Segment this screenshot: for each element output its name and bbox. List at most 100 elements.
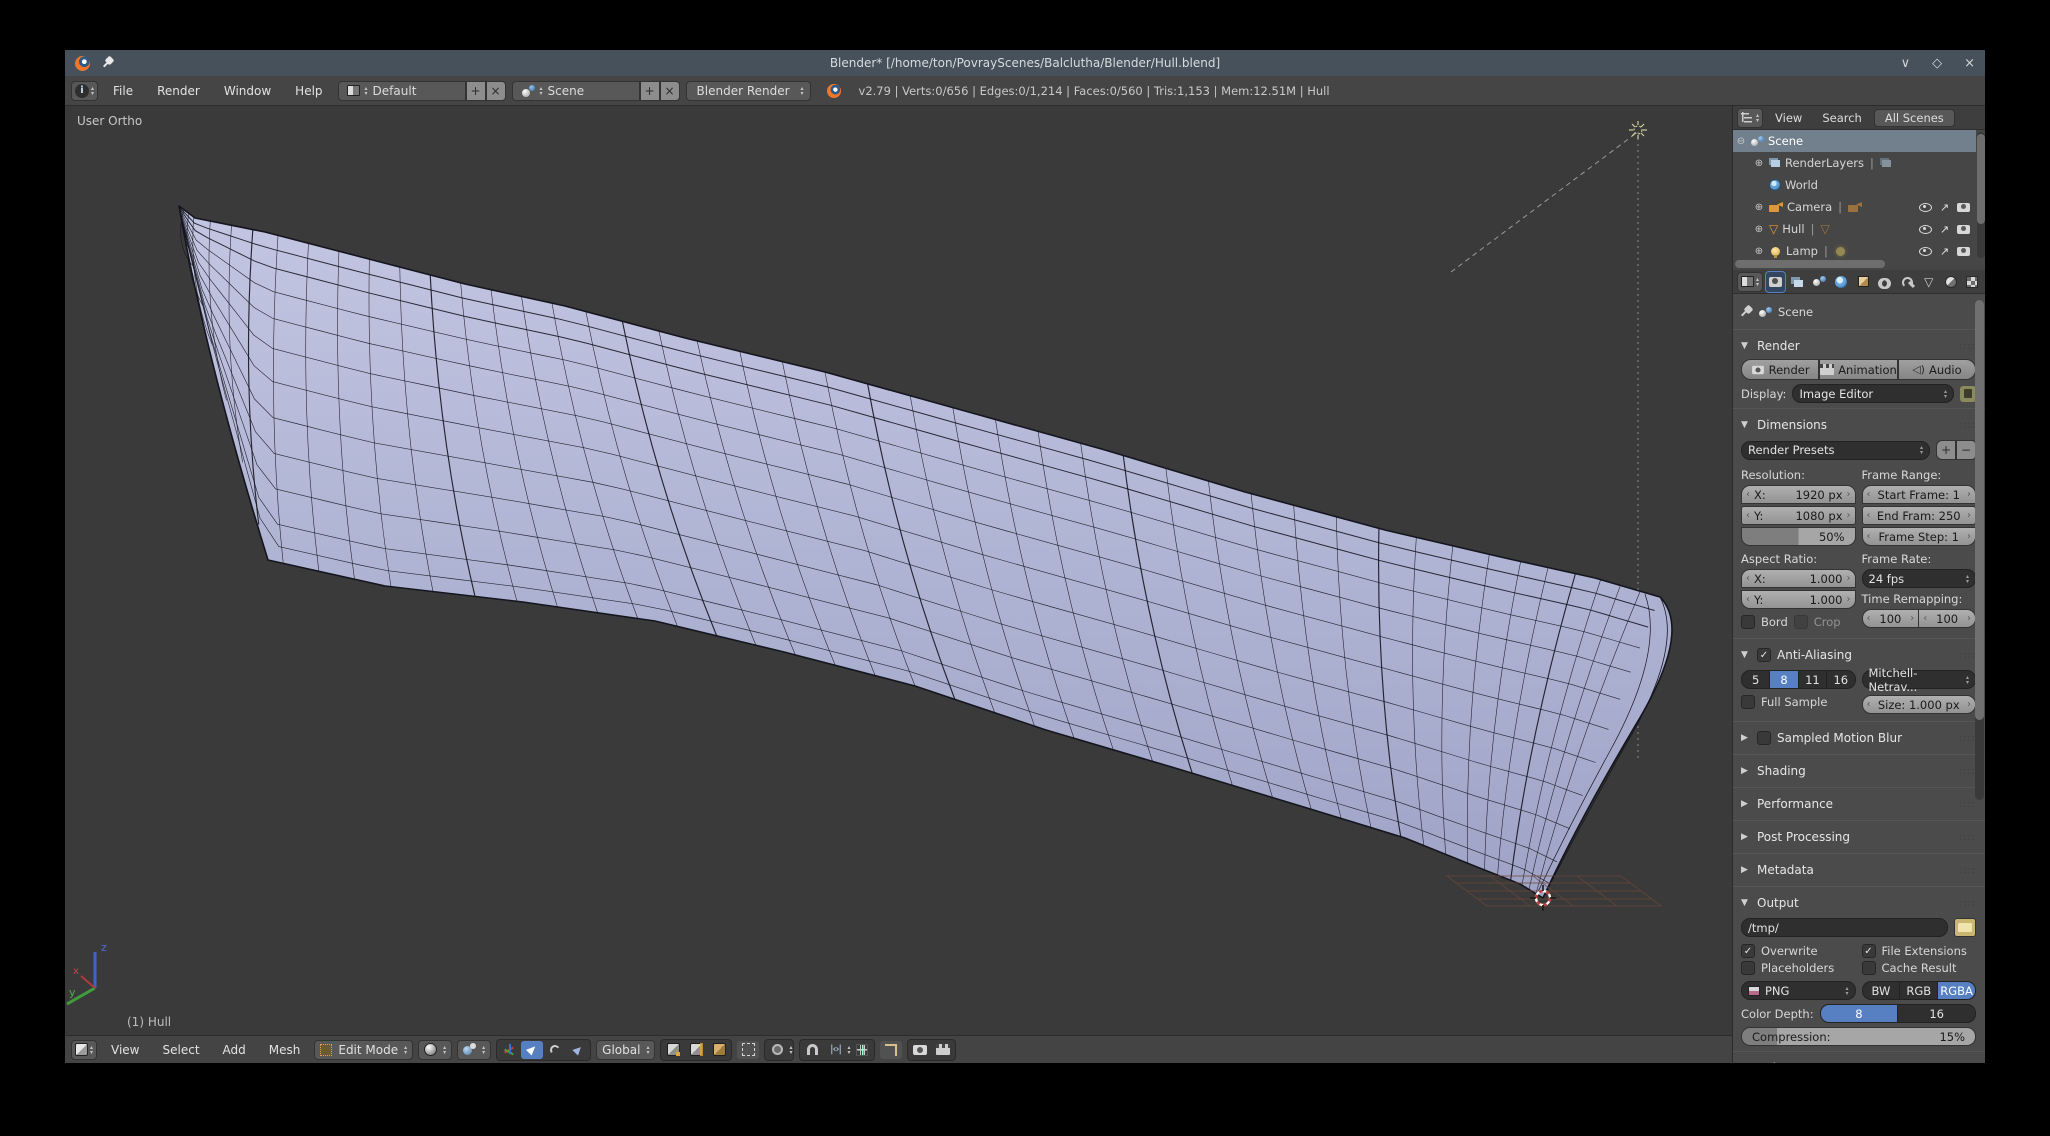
resolution-percentage-slider[interactable]: 50%: [1741, 527, 1856, 546]
aa-samples-8[interactable]: 8: [1770, 670, 1798, 689]
menu-select[interactable]: Select: [154, 1043, 209, 1057]
display-dropdown[interactable]: Image Editor ▴▾: [1792, 384, 1954, 403]
visibility-toggle-icon[interactable]: [1919, 247, 1932, 256]
aspect-y-field[interactable]: ‹Y:1.000›: [1741, 590, 1856, 609]
panel-grip-icon[interactable]: ::::: [1959, 865, 1976, 876]
translate-manipulator-button[interactable]: [521, 1041, 543, 1059]
face-select-button[interactable]: [708, 1041, 730, 1059]
depth-16[interactable]: 16: [1898, 1004, 1976, 1023]
minimize-button[interactable]: ∨: [1901, 56, 1911, 71]
outliner-item-hull[interactable]: ⊕ ▽ Hull | ▽ ↖: [1733, 218, 1976, 240]
tab-render-layers[interactable]: [1788, 272, 1807, 292]
metadata-panel-header[interactable]: ▶ Metadata ::::: [1741, 859, 1976, 881]
compression-slider[interactable]: Compression: 15%: [1741, 1027, 1976, 1046]
remap-new-field[interactable]: ‹100›: [1919, 609, 1976, 628]
panel-grip-icon[interactable]: ::::: [1959, 832, 1976, 843]
file-extensions-row[interactable]: ✓ File Extensions: [1862, 944, 1977, 958]
render-engine-selector[interactable]: Blender Render ▴▾: [686, 81, 811, 101]
proportional-edit-button[interactable]: [766, 1041, 788, 1059]
outliner-item-scene[interactable]: ⊖ Scene: [1733, 130, 1976, 152]
file-extensions-checkbox[interactable]: ✓: [1862, 944, 1876, 958]
aa-samples-5[interactable]: 5: [1741, 670, 1770, 689]
antialiasing-checkbox[interactable]: ✓: [1757, 648, 1771, 662]
renderability-toggle-icon[interactable]: [1957, 225, 1970, 234]
performance-panel-header[interactable]: ▶ Performance ::::: [1741, 793, 1976, 815]
outliner-horizontal-scrollbar[interactable]: [1735, 260, 1885, 268]
outliner-item-camera[interactable]: ⊕ Camera | ↖: [1733, 196, 1976, 218]
tab-object-data[interactable]: ▽: [1919, 272, 1938, 292]
menu-render[interactable]: Render: [148, 84, 209, 98]
screen-layout-field[interactable]: ▴▾ Default: [338, 81, 466, 101]
aa-samples-11[interactable]: 11: [1799, 670, 1827, 689]
outliner-item-renderlayers[interactable]: ⊕ RenderLayers |: [1733, 152, 1976, 174]
mode-selector[interactable]: Edit Mode ▴▾: [314, 1040, 413, 1060]
visibility-toggle-icon[interactable]: [1919, 203, 1932, 212]
crop-checkbox[interactable]: [1794, 615, 1808, 629]
pivot-selector[interactable]: ▴▾: [457, 1040, 491, 1060]
close-button[interactable]: ×: [1964, 56, 1975, 71]
output-panel-header[interactable]: ▼ Output ::::: [1741, 892, 1976, 914]
bake-panel-header[interactable]: ▶ Bake ::::: [1741, 1057, 1976, 1063]
panel-grip-icon[interactable]: ::::: [1959, 733, 1976, 744]
rotate-manipulator-button[interactable]: [544, 1041, 566, 1059]
menu-file[interactable]: File: [104, 84, 142, 98]
outliner-editor-selector[interactable]: ▴▾: [1737, 108, 1763, 128]
border-checkbox-row[interactable]: Bord: [1741, 615, 1788, 629]
snap-toggle-button[interactable]: [801, 1041, 823, 1059]
channel-rgb[interactable]: RGB: [1900, 981, 1938, 1000]
outliner-vertical-scrollbar[interactable]: [1977, 132, 1985, 258]
frame-rate-dropdown[interactable]: 24 fps ▴▾: [1862, 569, 1977, 588]
collapse-toggle-icon[interactable]: ⊖: [1735, 136, 1747, 147]
tab-material[interactable]: [1941, 272, 1960, 292]
opengl-render-button[interactable]: [909, 1041, 931, 1059]
file-format-dropdown[interactable]: PNG ▴▾: [1741, 981, 1856, 1000]
outliner-item-lamp[interactable]: ⊕ Lamp | ↖: [1733, 240, 1976, 262]
aa-size-field[interactable]: ‹Size: 1.000 px›: [1862, 695, 1977, 714]
overwrite-row[interactable]: ✓ Overwrite: [1741, 944, 1856, 958]
renderability-toggle-icon[interactable]: [1957, 203, 1970, 212]
crop-checkbox-row[interactable]: Crop: [1794, 615, 1841, 629]
panel-grip-icon[interactable]: ::::: [1959, 650, 1976, 661]
menu-mesh[interactable]: Mesh: [260, 1043, 310, 1057]
render-presets-dropdown[interactable]: Render Presets ▴▾: [1741, 441, 1930, 460]
opengl-animation-button[interactable]: [932, 1041, 954, 1059]
visibility-toggle-icon[interactable]: [1919, 225, 1932, 234]
tab-render[interactable]: [1766, 272, 1785, 292]
renderability-toggle-icon[interactable]: [1957, 247, 1970, 256]
properties-vertical-scrollbar[interactable]: [1975, 300, 1984, 800]
tab-scene[interactable]: [1810, 272, 1829, 292]
aspect-x-field[interactable]: ‹X:1.000›: [1741, 569, 1856, 588]
manipulator-toggle-button[interactable]: [498, 1041, 520, 1059]
dimensions-panel-header[interactable]: ▼ Dimensions ::::: [1741, 414, 1976, 436]
expand-toggle-icon[interactable]: ⊕: [1753, 202, 1765, 213]
snap-element-button[interactable]: |‹›|: [824, 1041, 846, 1059]
menu-view[interactable]: View: [102, 1043, 148, 1057]
outliner-view-menu[interactable]: View: [1767, 111, 1810, 125]
manipulate-origins-button[interactable]: [880, 1041, 902, 1059]
tab-constraints[interactable]: [1875, 272, 1894, 292]
title-bar[interactable]: Blender* [/home/ton/PovrayScenes/Balclut…: [65, 50, 1985, 76]
outliner-item-world[interactable]: World: [1733, 174, 1976, 196]
panel-grip-icon[interactable]: ::::: [1959, 898, 1976, 909]
remove-preset-button[interactable]: −: [1956, 440, 1976, 460]
expand-toggle-icon[interactable]: ⊕: [1753, 158, 1765, 169]
resolution-x-field[interactable]: ‹ X:1920 px ›: [1741, 485, 1856, 504]
overwrite-checkbox[interactable]: ✓: [1741, 944, 1755, 958]
aa-samples-16[interactable]: 16: [1827, 670, 1855, 689]
snap-target-button[interactable]: [851, 1041, 873, 1059]
panel-grip-icon[interactable]: ::::: [1959, 420, 1976, 431]
antialiasing-panel-header[interactable]: ▼ ✓ Anti-Aliasing ::::: [1741, 644, 1976, 666]
panel-grip-icon[interactable]: ::::: [1959, 341, 1976, 352]
viewport-editor-selector[interactable]: ▴▾: [71, 1040, 97, 1060]
cache-result-checkbox[interactable]: [1862, 961, 1876, 975]
panel-grip-icon[interactable]: ::::: [1959, 766, 1976, 777]
full-sample-row[interactable]: Full Sample: [1741, 695, 1856, 709]
add-scene-button[interactable]: +: [640, 81, 660, 101]
placeholders-row[interactable]: Placeholders: [1741, 961, 1856, 975]
aa-filter-dropdown[interactable]: Mitchell-Netrav... ▴▾: [1862, 670, 1977, 689]
viewport-3d[interactable]: z y x User Ortho (1) Hull: [65, 106, 1732, 1035]
start-frame-field[interactable]: ‹Start Frame: 1›: [1862, 485, 1977, 504]
limit-visible-button[interactable]: [737, 1041, 759, 1059]
expand-toggle-icon[interactable]: ⊕: [1753, 246, 1765, 257]
shading-panel-header[interactable]: ▶ Shading ::::: [1741, 760, 1976, 782]
